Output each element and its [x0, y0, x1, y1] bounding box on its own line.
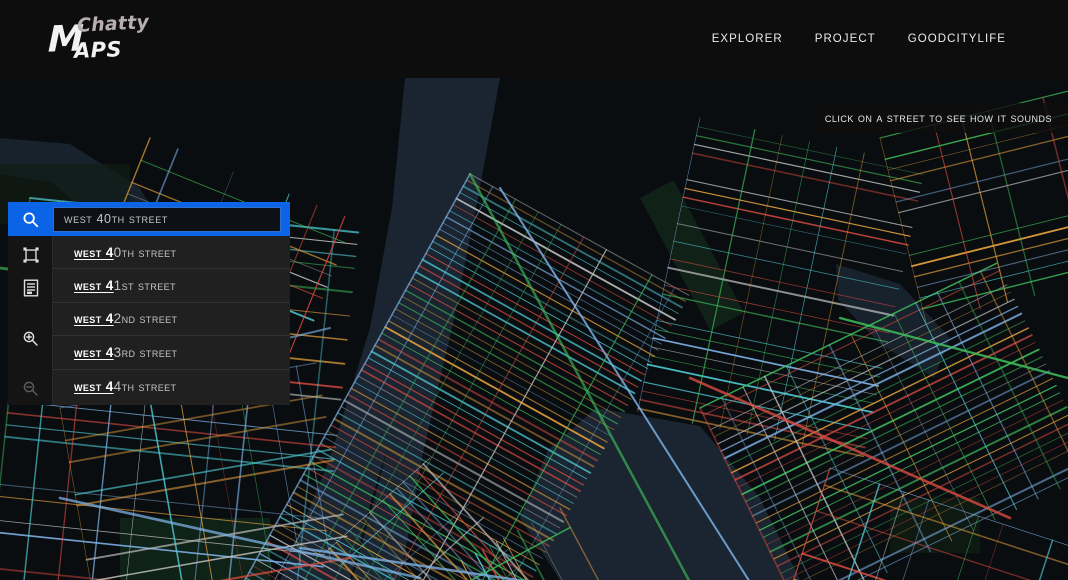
tool-report[interactable]	[8, 271, 53, 304]
search-results-panel: West 4 0th Street West 4 1st Street West 4…	[8, 236, 290, 405]
search-bar	[8, 202, 290, 236]
list-item[interactable]: West 4 3rd Street	[53, 336, 290, 370]
crop-select-icon	[22, 246, 40, 264]
tool-zoom-out[interactable]	[8, 372, 53, 405]
nav-link-explorer[interactable]: EXPLORER	[712, 33, 783, 45]
main-navigation: EXPLORER PROJECT GOODCITYLIFE	[712, 33, 1006, 45]
site-header: M Chatty APS EXPLORER PROJECT GOODCITYLI…	[0, 0, 1068, 78]
map-tool-rail	[8, 236, 53, 405]
suggestion-rest: 0th Street	[113, 244, 177, 260]
search-input[interactable]	[53, 206, 281, 232]
logo-word-aps: APS	[73, 37, 123, 63]
suggestion-match: West 4	[74, 278, 114, 294]
search-suggestion-list: West 4 0th Street West 4 1st Street West 4…	[53, 236, 290, 405]
nav-link-project[interactable]: PROJECT	[815, 33, 876, 45]
suggestion-match: West 4	[74, 244, 114, 260]
nav-link-goodcitylife[interactable]: GOODCITYLIFE	[908, 33, 1006, 45]
list-item[interactable]: West 4 4th Street	[53, 370, 290, 403]
list-item[interactable]: West 4 0th Street	[53, 236, 290, 270]
list-item[interactable]: West 4 1st Street	[53, 269, 290, 303]
suggestion-rest: 1st Street	[113, 278, 176, 294]
search-icon[interactable]	[8, 202, 53, 236]
suggestion-rest: 4th Street	[113, 378, 177, 394]
suggestion-rest: 2nd Street	[113, 311, 178, 327]
zoom-in-icon	[22, 330, 39, 347]
document-report-icon	[23, 279, 39, 297]
street-search-widget: West 40th Street West 41st Street West 4…	[8, 202, 290, 405]
suggestion-match: West 4	[74, 344, 114, 360]
chatty-maps-app: Click on a street to see how it sounds M…	[0, 0, 1068, 580]
suggestion-rest: 3rd Street	[113, 344, 178, 360]
tool-select-area[interactable]	[8, 238, 53, 271]
suggestion-match: West 4	[74, 378, 114, 394]
suggestion-match: West 4	[74, 311, 114, 327]
zoom-out-icon	[22, 380, 39, 397]
logo-word-chatty: Chatty	[76, 11, 150, 37]
logo[interactable]: M Chatty APS	[48, 11, 198, 66]
tool-zoom-in[interactable]	[8, 305, 53, 372]
list-item[interactable]: West 4 2nd Street	[53, 303, 290, 337]
map-hint-tooltip: Click on a street to see how it sounds	[810, 103, 1068, 133]
